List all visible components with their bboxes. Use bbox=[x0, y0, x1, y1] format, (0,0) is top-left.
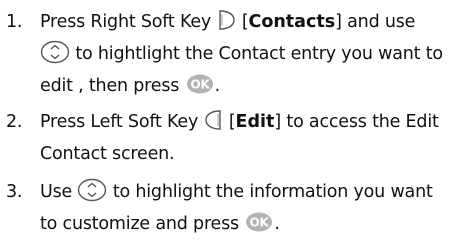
step-number: 2. bbox=[6, 112, 23, 132]
step-text: Press Right Soft Key bbox=[40, 12, 212, 32]
step-1-line-3: edit , then press OK . bbox=[40, 70, 220, 102]
ok-key-icon: OK bbox=[244, 211, 274, 233]
step-number: 1. bbox=[6, 12, 23, 32]
step-3-line-2: to customize and press OK . bbox=[40, 208, 280, 240]
svg-text:OK: OK bbox=[250, 216, 270, 230]
step-number: 3. bbox=[6, 182, 23, 202]
ok-key-icon: OK bbox=[185, 73, 215, 95]
right-soft-key-icon bbox=[216, 9, 236, 31]
step-1-line-2: to hightlight the Contact entry you want… bbox=[40, 38, 443, 70]
contacts-keyword: Contacts bbox=[248, 12, 336, 32]
left-soft-key-icon bbox=[204, 109, 224, 131]
navigation-key-icon bbox=[77, 178, 107, 202]
navigation-key-icon bbox=[40, 40, 70, 64]
edit-keyword: Edit bbox=[235, 112, 275, 132]
svg-text:OK: OK bbox=[190, 78, 210, 92]
step-2-line-2: Contact screen. bbox=[40, 144, 175, 164]
